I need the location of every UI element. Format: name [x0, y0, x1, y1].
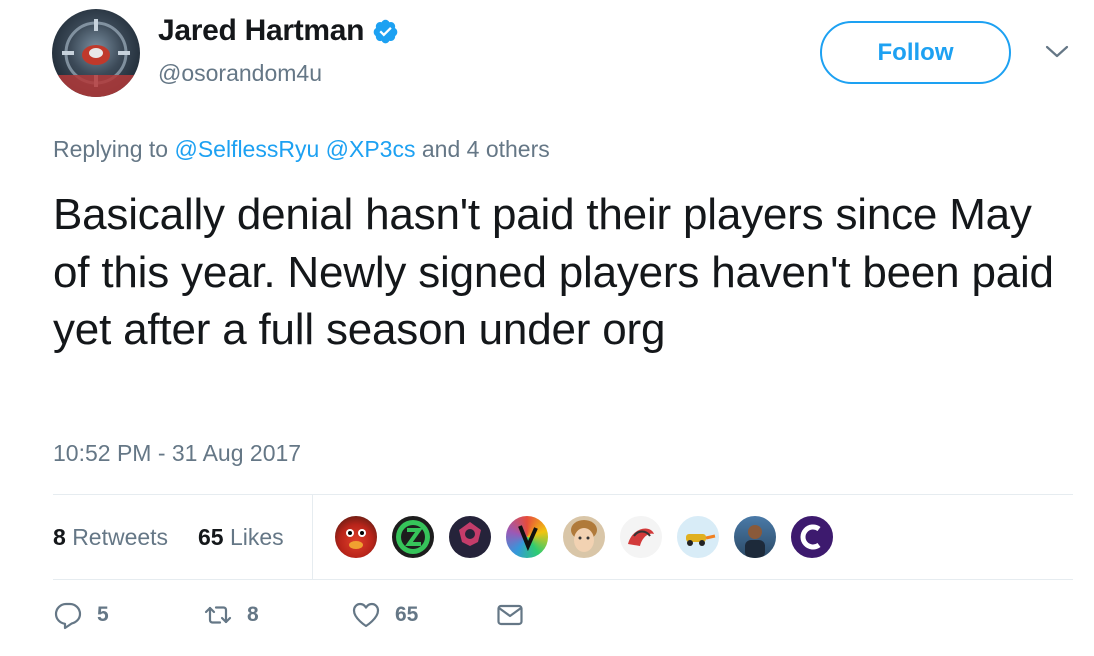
divider [53, 579, 1073, 580]
reply-count: 5 [97, 603, 109, 626]
liker-avatar[interactable] [447, 514, 493, 560]
tweet-header: Jared Hartman @osorandom4u Follow [0, 0, 1094, 110]
follow-button[interactable]: Follow [820, 21, 1011, 84]
reply-button[interactable]: 5 [53, 600, 109, 630]
tweet-timestamp[interactable]: 10:52 PM - 31 Aug 2017 [53, 440, 301, 467]
like-count: 65 [395, 603, 419, 626]
display-name[interactable]: Jared Hartman [158, 14, 365, 48]
likers-avatars [333, 514, 846, 560]
replying-prefix: Replying to [53, 136, 169, 162]
likes-label: Likes [229, 524, 284, 550]
like-button[interactable]: 65 [351, 600, 418, 630]
retweets-label: Retweets [72, 524, 169, 550]
liker-avatar[interactable] [333, 514, 379, 560]
direct-message-button[interactable] [495, 600, 525, 630]
user-handle[interactable]: @osorandom4u [158, 60, 322, 87]
tweet-text: Basically denial hasn't paid their playe… [53, 190, 1054, 354]
chevron-down-icon[interactable] [1044, 42, 1070, 62]
retweets-count: 8 [53, 524, 66, 550]
liker-avatar[interactable] [390, 514, 436, 560]
reply-icon [54, 602, 82, 630]
retweet-button[interactable]: 8 [203, 600, 259, 630]
liker-avatar[interactable] [732, 514, 778, 560]
stats-separator [312, 495, 313, 579]
likes-stat[interactable]: 65 Likes [198, 524, 284, 551]
liker-avatar[interactable] [561, 514, 607, 560]
tweet-stats: 8 Retweets 65 Likes [53, 495, 1073, 579]
tweet-actions: 5 8 65 [53, 600, 753, 644]
liker-avatar[interactable] [789, 514, 835, 560]
others-link[interactable]: and 4 others [422, 136, 550, 162]
retweet-count: 8 [247, 603, 259, 626]
liker-avatar[interactable] [618, 514, 664, 560]
user-avatar[interactable] [52, 9, 140, 97]
retweets-stat[interactable]: 8 Retweets [53, 524, 168, 551]
likes-count: 65 [198, 524, 224, 550]
heart-icon [352, 602, 380, 628]
name-row: Jared Hartman [158, 14, 399, 48]
verified-badge-icon [373, 19, 398, 43]
liker-avatar[interactable] [504, 514, 550, 560]
mention-link[interactable]: @XP3cs [326, 136, 416, 162]
mention-link[interactable]: @SelflessRyu [174, 136, 319, 162]
mail-icon [497, 604, 523, 626]
liker-avatar[interactable] [675, 514, 721, 560]
retweet-icon [204, 606, 232, 624]
replying-to: Replying to @SelflessRyu @XP3cs and 4 ot… [53, 136, 550, 163]
